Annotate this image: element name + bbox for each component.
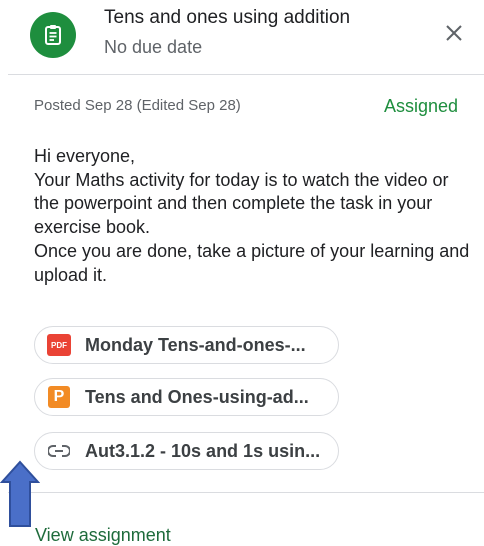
assignment-icon [30,12,76,58]
view-assignment-link[interactable]: View assignment [35,525,171,546]
header-divider [8,74,484,75]
close-button[interactable] [438,17,470,49]
message-greeting: Hi everyone, [34,146,136,166]
attachment-label: Tens and Ones-using-ad... [85,386,309,407]
due-date-text: No due date [104,37,203,57]
assignment-title: Tens and ones using addition [104,7,351,28]
attachment-label: Monday Tens-and-ones-... [85,334,306,355]
pdf-icon: PDF [47,333,71,357]
assignment-header: Tens and ones using addition No due date [0,0,484,74]
posted-date: Posted Sep 28 (Edited Sep 28) [34,97,241,114]
status-badge: Assigned [384,96,459,116]
powerpoint-icon: P [47,385,71,409]
link-icon [47,439,71,463]
assignment-message: Hi everyone, Your Maths activity for tod… [34,145,474,287]
attachment-label: Aut3.1.2 - 10s and 1s usin... [85,440,321,461]
message-instructions: Your Maths activity for today is to watc… [34,169,449,238]
close-icon [446,25,462,41]
footer-divider [8,492,484,493]
pointer-arrow-icon [0,460,40,527]
attachment-link[interactable]: Aut3.1.2 - 10s and 1s usin... [34,432,339,470]
attachment-powerpoint[interactable]: P Tens and Ones-using-ad... [34,378,339,416]
message-upload-note: Once you are done, take a picture of you… [34,240,470,285]
attachment-pdf[interactable]: PDF Monday Tens-and-ones-... [34,326,339,364]
